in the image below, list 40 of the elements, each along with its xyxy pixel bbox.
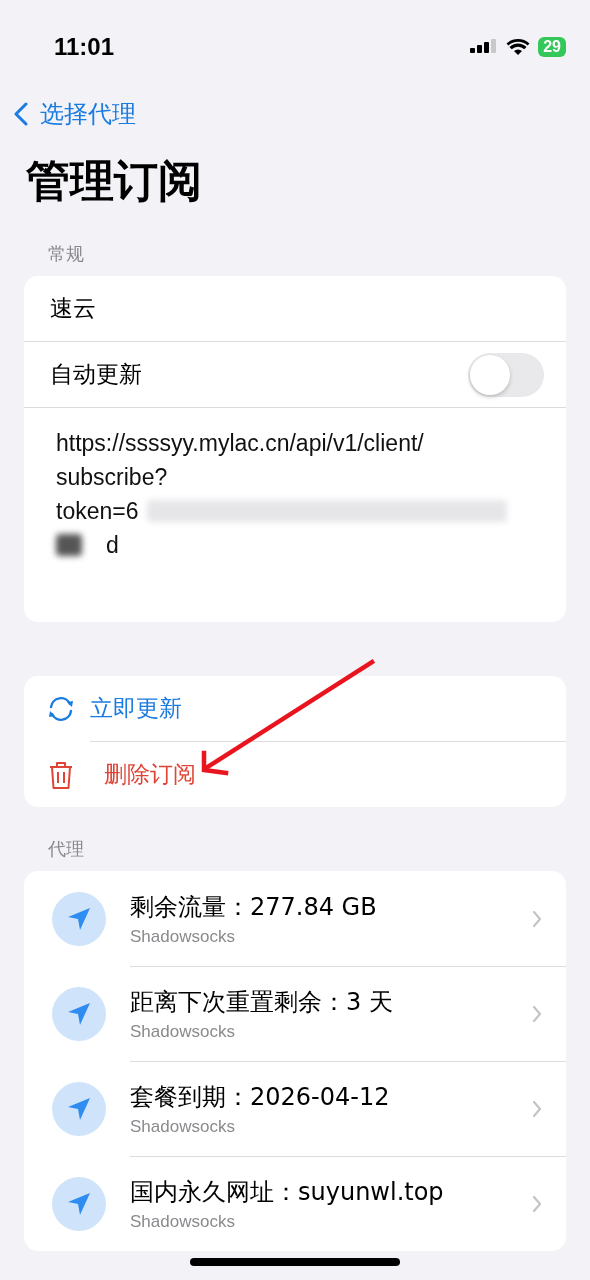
paper-plane-icon (52, 1176, 106, 1231)
battery-indicator: 29 (538, 37, 566, 57)
proxy-type: Shadowsocks (130, 1117, 236, 1137)
trash-icon (48, 759, 74, 790)
url-text-field[interactable]: https://ssssyy.mylac.cn/api/v1/client/ subscribe? token=6 d (24, 408, 566, 622)
chevron-right-icon (532, 1100, 542, 1118)
proxy-item[interactable]: 套餐到期：2026-04-12 Shadowsocks (24, 1061, 566, 1156)
proxy-type: Shadowsocks (130, 1022, 236, 1042)
refresh-button[interactable]: 立即更新 (24, 676, 566, 741)
delete-button[interactable]: 删除订阅 (90, 741, 566, 807)
proxy-item[interactable]: 国内永久网址：suyunwl.top Shadowsocks (24, 1156, 566, 1251)
url-text: token=6 (56, 497, 139, 525)
proxy-item[interactable]: 距离下次重置剩余：3 天 Shadowsocks (24, 966, 566, 1061)
chevron-left-icon (14, 102, 28, 126)
paper-plane-icon (52, 891, 106, 946)
chevron-right-icon (532, 1195, 542, 1213)
proxy-type: Shadowsocks (130, 926, 236, 947)
subscription-name: 速云 (50, 294, 96, 323)
toggle-label: 自动更新 (50, 360, 142, 389)
clock: 11:01 (54, 33, 115, 61)
proxy-title: 剩余流量：277.84 GB (130, 891, 377, 923)
signal-icon (470, 39, 499, 55)
proxy-title: 距离下次重置剩余：3 天 (130, 987, 393, 1018)
toggle-switch[interactable] (468, 352, 544, 397)
proxy-item[interactable]: 剩余流量：277.84 GB Shadowsocks (24, 871, 566, 966)
url-text: d (106, 531, 119, 559)
section-header: 常规 (48, 242, 85, 266)
chevron-right-icon (532, 1005, 542, 1023)
proxy-type: Shadowsocks (130, 1212, 236, 1232)
wifi-icon (506, 38, 531, 56)
url-text: https://ssssyy.mylac.cn/api/v1/client/ (56, 429, 424, 457)
url-text: subscribe? (56, 463, 168, 491)
proxy-title: 套餐到期：2026-04-12 (130, 1082, 390, 1113)
paper-plane-icon (52, 986, 106, 1041)
chevron-right-icon (532, 909, 542, 928)
section-header: 代理 (48, 837, 85, 861)
page-title: 管理订阅 (26, 154, 203, 208)
proxy-title: 国内永久网址：suyunwl.top (130, 1177, 444, 1208)
back-button[interactable]: 选择代理 (14, 98, 136, 130)
paper-plane-icon (52, 1081, 106, 1136)
